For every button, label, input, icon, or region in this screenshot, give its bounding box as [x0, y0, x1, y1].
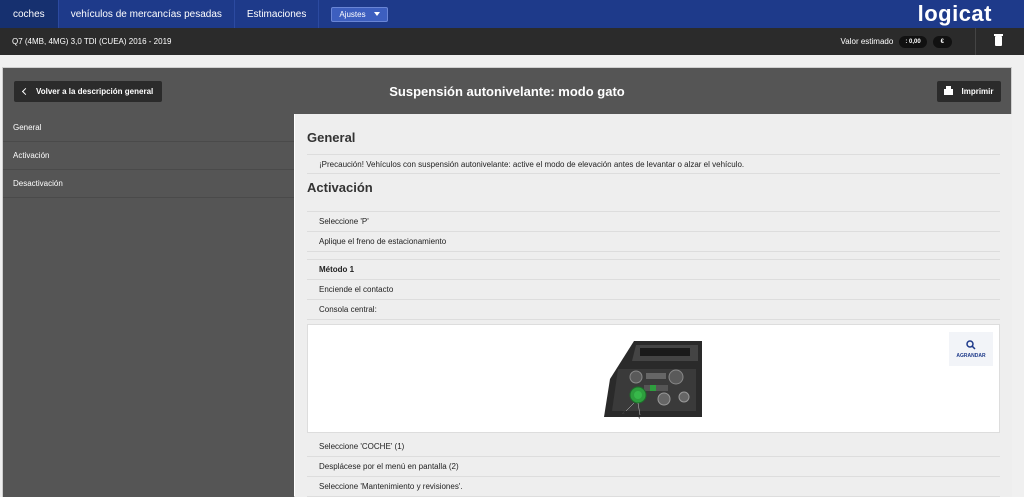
step-text: Seleccione 'P' — [319, 217, 369, 226]
callout-2: 2 — [622, 410, 625, 416]
main-panel: Volver a la descripción general Suspensi… — [2, 67, 1012, 497]
valor-label: Valor estimado — [840, 37, 894, 46]
sidebar: General Activación Desactivación — [3, 114, 294, 497]
list-item: Seleccione 'COCHE' (1) — [307, 437, 1000, 457]
ajustes-dropdown[interactable]: Ajustes — [331, 6, 388, 22]
note-text: ¡Precaución! Vehículos con suspensión au… — [319, 159, 745, 169]
print-button[interactable]: Imprimir — [937, 81, 1001, 102]
list-item: Seleccione 'Mantenimiento y revisiones'. — [307, 477, 1000, 497]
tab-label: coches — [13, 8, 45, 20]
divider — [307, 252, 1000, 260]
list-item: Desplácese por el menú en pantalla (2) — [307, 457, 1000, 477]
search-icon — [966, 339, 976, 350]
vehicle-title: Q7 (4MB, 4MG) 3,0 TDI (CUEA) 2016 - 2019 — [12, 37, 172, 46]
divider — [307, 204, 1000, 212]
section-title-general: General — [307, 130, 356, 145]
divider — [975, 28, 976, 55]
list-item: Seleccione 'P' — [307, 212, 1000, 232]
list-item: Enciende el contacto — [307, 280, 1000, 300]
printer-icon — [944, 85, 954, 95]
trash-icon[interactable] — [994, 34, 1003, 46]
method-label: Método 1 — [319, 265, 355, 274]
step-text: Seleccione 'Mantenimiento y revisiones'. — [319, 482, 463, 491]
sidebar-item-general[interactable]: General — [3, 114, 294, 142]
callout-1: 1 — [638, 417, 641, 419]
estimated-value: Valor estimado : 0,00 € — [841, 28, 952, 55]
sidebar-item-label: Desactivación — [13, 179, 63, 188]
center-console-image: 2 1 — [604, 341, 702, 419]
content-area: General ¡Precaución! Vehículos con suspe… — [295, 114, 1012, 497]
currency-badge: € — [932, 35, 952, 48]
zoom-button[interactable]: AGRANDAR — [949, 332, 993, 366]
illustration-box: 2 1 AGRANDAR — [307, 324, 1000, 433]
general-note: ¡Precaución! Vehículos con suspensión au… — [307, 154, 1000, 174]
sidebar-item-desactivacion[interactable]: Desactivación — [3, 170, 294, 198]
section-title-activacion: Activación — [307, 180, 373, 195]
list-item: Consola central: — [307, 300, 1000, 320]
list-item: Aplique el freno de estacionamiento — [307, 232, 1000, 252]
ajustes-label: Ajustes — [339, 9, 366, 19]
sidebar-item-label: Activación — [13, 151, 50, 160]
back-button[interactable]: Volver a la descripción general — [14, 81, 163, 102]
tab-coches[interactable]: coches — [0, 0, 59, 28]
tab-label: vehículos de mercancías pesadas — [70, 8, 222, 20]
chevron-down-icon — [373, 12, 380, 16]
tab-vehiculos-pesados[interactable]: vehículos de mercancías pesadas — [59, 0, 235, 28]
print-button-label: Imprimir — [961, 87, 994, 96]
page-title: Suspensión autonivelante: modo gato — [389, 83, 625, 99]
zoom-label: AGRANDAR — [956, 352, 986, 359]
step-text: Desplácese por el menú en pantalla (2) — [319, 462, 459, 471]
chevron-left-icon — [21, 87, 30, 96]
vehicle-bar: Q7 (4MB, 4MG) 3,0 TDI (CUEA) 2016 - 2019… — [0, 28, 1024, 55]
back-button-label: Volver a la descripción general — [36, 87, 154, 96]
sidebar-item-activacion[interactable]: Activación — [3, 142, 294, 170]
step-text: Seleccione 'COCHE' (1) — [319, 442, 405, 451]
panel-header: Volver a la descripción general Suspensi… — [3, 68, 1011, 114]
sidebar-item-label: General — [13, 123, 42, 132]
tab-label: Estimaciones — [246, 8, 307, 20]
step-text: Aplique el freno de estacionamiento — [319, 237, 447, 246]
step-text: Enciende el contacto — [319, 285, 394, 294]
valor-amount: : 0,00 — [899, 35, 927, 48]
top-navigation: coches vehículos de mercancías pesadas E… — [0, 0, 1024, 28]
logo: logicat — [917, 1, 992, 26]
method-heading: Método 1 — [307, 260, 1000, 280]
step-text: Consola central: — [319, 305, 377, 314]
tab-estimaciones[interactable]: Estimaciones — [235, 0, 320, 28]
